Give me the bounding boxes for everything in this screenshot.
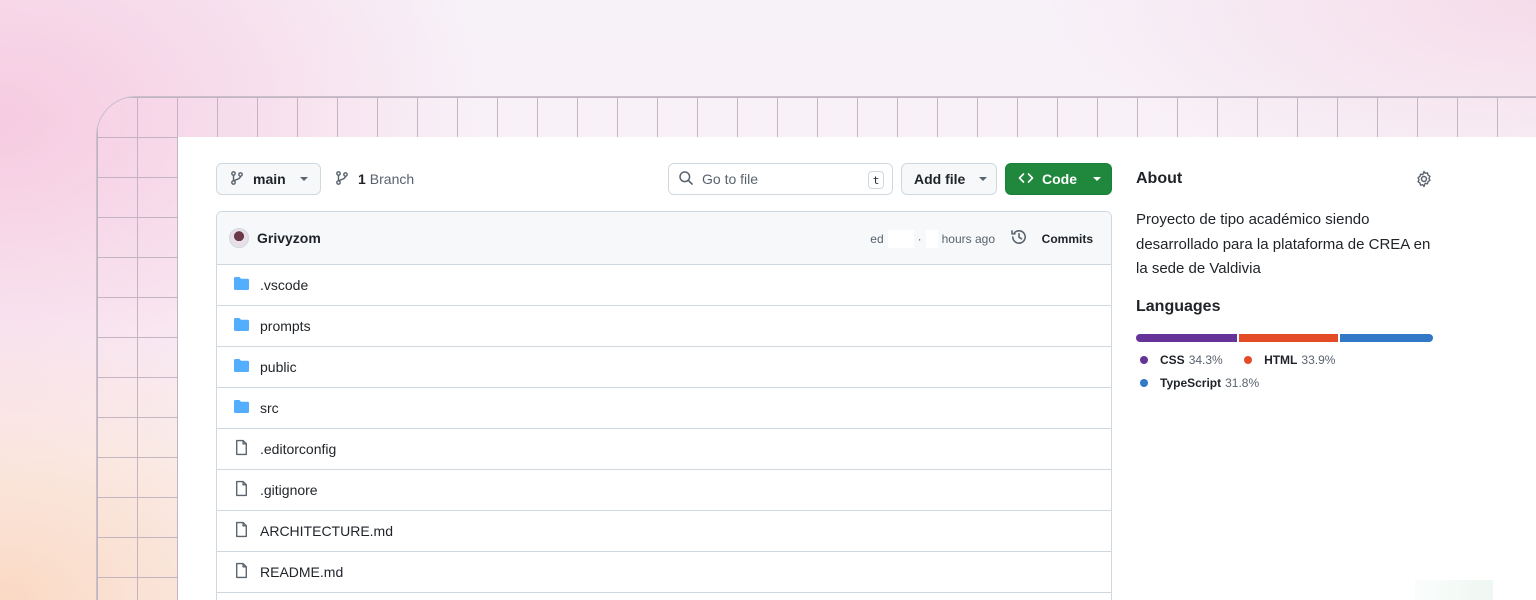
language-bar-segment [1339, 334, 1433, 342]
about-description: Proyecto de tipo académico siendo desarr… [1136, 211, 1431, 277]
code-button-label: Code [1042, 171, 1077, 187]
folder-icon [233, 358, 250, 376]
branch-count-suffix: Branch [369, 171, 415, 187]
search-icon [678, 170, 694, 189]
languages-heading: Languages [1136, 298, 1221, 315]
redacted-hash [887, 229, 914, 248]
file-name[interactable]: .editorconfig [260, 441, 336, 457]
file-row-prompts[interactable]: prompts [217, 306, 1111, 347]
language-name: CSS [1160, 353, 1185, 367]
commits-label: Commits [1041, 231, 1093, 246]
file-row-gitignore[interactable]: .gitignore [217, 470, 1111, 511]
file-name[interactable]: src [260, 400, 279, 416]
code-icon [1018, 170, 1034, 189]
branch-select-button[interactable]: main [216, 163, 321, 195]
language-item-html[interactable]: HTML 33.9% [1244, 352, 1335, 368]
file-icon [233, 480, 250, 500]
commit-author[interactable]: Grivyzom [257, 230, 321, 246]
file-row-architecture[interactable]: ARCHITECTURE.md [217, 511, 1111, 552]
branches-link[interactable]: 1 Branch [334, 163, 414, 195]
file-icon [233, 562, 250, 582]
language-item-css[interactable]: CSS 34.3% [1140, 352, 1223, 368]
gear-icon[interactable] [1415, 170, 1433, 193]
branch-select-label: main [253, 171, 286, 187]
languages-bar [1136, 334, 1433, 342]
language-color-dot [1140, 356, 1148, 364]
folder-icon [233, 399, 250, 417]
history-icon [1010, 228, 1028, 249]
about-heading: About [1136, 170, 1183, 187]
go-to-file-placeholder: Go to file [702, 171, 759, 187]
add-file-label: Add file [914, 171, 966, 187]
language-name: HTML [1264, 353, 1298, 367]
redacted-time [925, 229, 938, 248]
file-name[interactable]: public [260, 359, 297, 375]
commit-hash[interactable]: ed [870, 232, 883, 246]
file-name[interactable]: .gitignore [260, 482, 318, 498]
languages-legend: CSS 34.3% HTML 33.9% TypeScript 31.8% [1140, 352, 1440, 398]
language-bar-segment [1238, 334, 1338, 342]
file-row-src[interactable]: src [217, 388, 1111, 429]
language-item-typescript[interactable]: TypeScript 31.8% [1140, 375, 1259, 391]
code-button[interactable]: Code [1005, 163, 1112, 195]
file-row-editorconfig[interactable]: .editorconfig [217, 429, 1111, 470]
latest-commit-bar: Grivyzom ed · hours ago Commits [217, 212, 1111, 265]
branch-count: 1 [358, 171, 366, 187]
language-name: TypeScript [1160, 376, 1222, 390]
language-percent: 31.8% [1225, 376, 1260, 390]
folder-icon [233, 317, 250, 335]
commits-link[interactable]: Commits [1010, 212, 1093, 265]
language-percent: 34.3% [1188, 353, 1223, 367]
git-branch-icon [334, 170, 350, 189]
language-color-dot [1140, 379, 1148, 387]
language-bar-segment [1136, 334, 1237, 342]
file-row-public[interactable]: public [217, 347, 1111, 388]
folder-icon [233, 276, 250, 294]
commit-separator: · [917, 231, 922, 246]
language-percent: 33.9% [1301, 353, 1336, 367]
add-file-button[interactable]: Add file [901, 163, 997, 195]
file-icon [233, 521, 250, 541]
file-name[interactable]: prompts [260, 318, 311, 334]
commit-meta: ed · hours ago [870, 212, 995, 265]
language-color-dot [1244, 356, 1253, 364]
chevron-down-icon [1093, 177, 1101, 181]
file-row-readme[interactable]: README.md [217, 552, 1111, 593]
decorative-fade [1415, 580, 1493, 600]
avatar[interactable] [229, 228, 249, 248]
file-icon [233, 439, 250, 459]
git-branch-icon [229, 170, 245, 189]
file-row-vscode[interactable]: .vscode [217, 265, 1111, 306]
file-name[interactable]: ARCHITECTURE.md [260, 523, 393, 539]
chevron-down-icon [299, 177, 308, 181]
file-name[interactable]: README.md [260, 564, 343, 580]
keyboard-shortcut-hint: t [868, 171, 884, 189]
commit-time: hours ago [941, 231, 995, 246]
file-name[interactable]: .vscode [260, 277, 308, 293]
file-list: Grivyzom ed · hours ago Commits .vscode … [216, 211, 1112, 600]
chevron-down-icon [979, 177, 988, 181]
go-to-file-input[interactable]: Go to file t [668, 163, 893, 195]
